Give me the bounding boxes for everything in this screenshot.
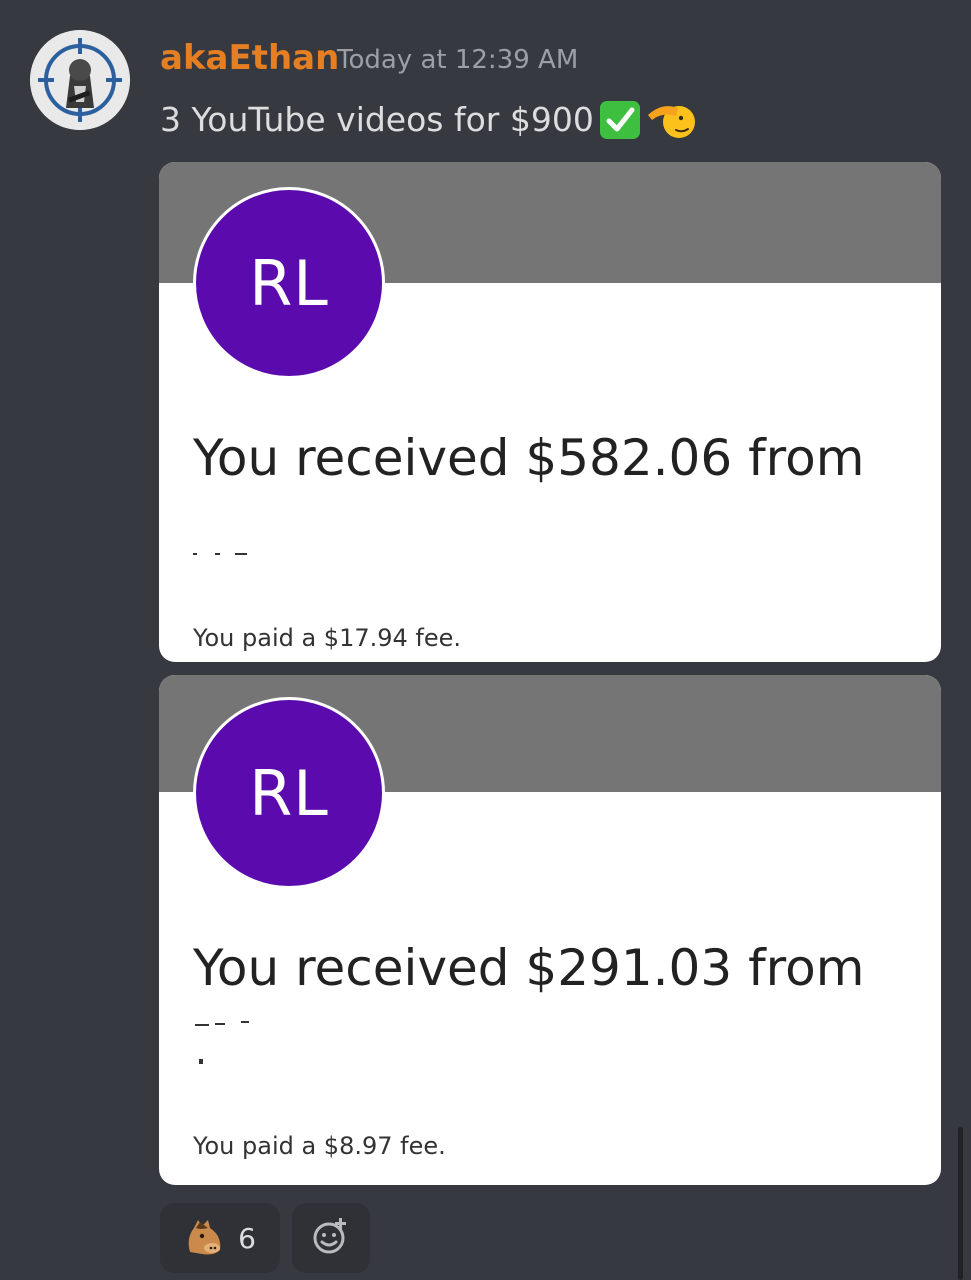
sender-initials-avatar: RL bbox=[193, 697, 385, 889]
author-username[interactable]: akaEthan bbox=[160, 38, 339, 78]
received-amount-text: You received $582.06 from bbox=[193, 429, 865, 487]
add-emoji-icon bbox=[311, 1216, 351, 1260]
message-text: 3 YouTube videos for $900 bbox=[160, 100, 594, 139]
payment-screenshot-1[interactable]: RL You received $582.06 from You paid a … bbox=[159, 162, 941, 662]
check-mark-button-emoji-icon bbox=[598, 98, 642, 142]
fee-text: You paid a $17.94 fee. bbox=[193, 624, 462, 652]
message-timestamp: Today at 12:39 AM bbox=[337, 45, 579, 75]
add-reaction-button[interactable] bbox=[292, 1203, 370, 1273]
payment-screenshot-2[interactable]: RL You received $291.03 from You paid a … bbox=[159, 675, 941, 1185]
message-content: 3 YouTube videos for $900 bbox=[160, 98, 696, 142]
reaction-count: 6 bbox=[238, 1221, 256, 1255]
saluting-face-emoji-icon bbox=[646, 98, 696, 142]
fee-text: You paid a $8.97 fee. bbox=[193, 1132, 446, 1160]
scrollbar[interactable] bbox=[958, 1127, 963, 1280]
reaction-horse[interactable]: 6 bbox=[160, 1203, 280, 1273]
user-avatar[interactable] bbox=[30, 30, 130, 130]
received-amount-text: You received $291.03 from bbox=[193, 939, 865, 997]
horse-face-emoji-icon bbox=[184, 1216, 226, 1260]
sender-initials-avatar: RL bbox=[193, 187, 385, 379]
